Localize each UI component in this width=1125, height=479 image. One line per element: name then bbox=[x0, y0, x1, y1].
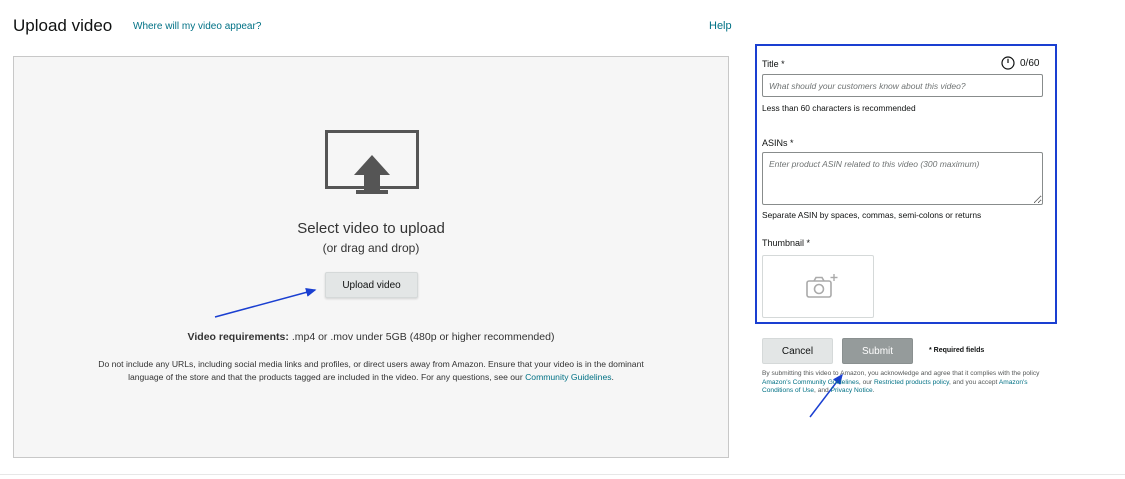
consent-text-4: , and bbox=[814, 387, 829, 395]
footer-divider bbox=[0, 474, 1125, 475]
add-photo-camera-icon bbox=[806, 274, 838, 298]
thumbnail-label: Thumbnail * bbox=[762, 238, 811, 248]
community-guidelines-consent-link[interactable]: Amazon's Community Guidelines bbox=[762, 379, 859, 386]
content-policy-text: Do not include any URLs, including socia… bbox=[80, 358, 662, 384]
asin-hint: Separate ASIN by spaces, commas, semi-co… bbox=[762, 210, 982, 220]
title-hint: Less than 60 characters is recommended bbox=[762, 103, 916, 113]
requirements-text: .mp4 or .mov under 5GB (480p or higher r… bbox=[291, 331, 555, 343]
consent-text-1: By submitting this video to Amazon, you … bbox=[762, 370, 1040, 377]
cancel-button[interactable]: Cancel bbox=[762, 338, 833, 364]
requirements-label: Video requirements: bbox=[187, 331, 289, 343]
title-character-count: 0/60 bbox=[1020, 58, 1040, 69]
where-video-appears-link[interactable]: Where will my video appear? bbox=[133, 21, 261, 32]
upload-monitor-icon bbox=[325, 130, 419, 194]
consent-text-3: , and you accept bbox=[948, 378, 998, 386]
community-guidelines-link[interactable]: Community Guidelines bbox=[525, 372, 611, 382]
asin-label: ASINs * bbox=[762, 138, 794, 148]
submission-consent-text: By submitting this video to Amazon, you … bbox=[762, 370, 1047, 396]
upload-video-button[interactable]: Upload video bbox=[325, 272, 418, 298]
timer-icon bbox=[1001, 56, 1015, 70]
consent-text-5: . bbox=[872, 387, 875, 395]
video-dropzone[interactable] bbox=[13, 56, 729, 458]
title-label: Title * bbox=[762, 59, 785, 69]
title-input[interactable] bbox=[762, 74, 1043, 97]
submit-button[interactable]: Submit bbox=[842, 338, 913, 364]
drag-drop-hint: (or drag and drop) bbox=[322, 241, 420, 255]
asin-input[interactable] bbox=[762, 152, 1043, 205]
restricted-products-link[interactable]: Restricted products policy bbox=[874, 379, 949, 386]
privacy-notice-link[interactable]: Privacy Notice bbox=[831, 387, 873, 394]
page-title: Upload video bbox=[13, 16, 113, 35]
consent-text-2: , our bbox=[858, 378, 873, 386]
thumbnail-upload[interactable] bbox=[762, 255, 874, 318]
policy-end: . bbox=[611, 372, 614, 382]
select-video-heading: Select video to upload bbox=[297, 220, 445, 237]
video-requirements: Video requirements: .mp4 or .mov under 5… bbox=[13, 331, 729, 343]
required-fields-note: * Required fields bbox=[929, 347, 985, 354]
help-link[interactable]: Help bbox=[709, 20, 732, 32]
